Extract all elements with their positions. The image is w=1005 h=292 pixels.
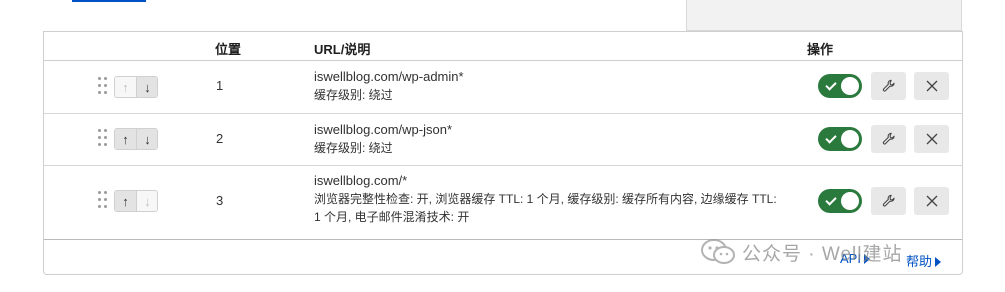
reorder-buttons: ↑ ↓ (114, 128, 158, 150)
header-actions: 操作 (807, 42, 834, 57)
help-link[interactable]: 帮助 (906, 251, 942, 270)
delete-rule-button[interactable] (914, 125, 949, 153)
check-icon (825, 132, 837, 144)
arrow-down-icon[interactable]: ↓ (136, 129, 157, 149)
rule-enabled-toggle[interactable] (818, 189, 862, 213)
rule-description: 浏览器完整性检查: 开, 浏览器缓存 TTL: 1 个月, 缓存级别: 缓存所有… (314, 192, 777, 224)
edit-rule-button[interactable] (871, 125, 906, 153)
top-panel-fragment (686, 0, 962, 31)
rule-position: 2 (216, 131, 224, 146)
arrow-up-icon[interactable]: ↑ (115, 129, 136, 149)
header-url: URL/说明 (314, 42, 371, 57)
rule-enabled-toggle[interactable] (818, 74, 862, 98)
rule-position: 3 (216, 193, 224, 208)
close-icon (926, 133, 937, 145)
rule-url: iswellblog.com/wp-json* (314, 122, 452, 137)
wrench-icon (882, 132, 895, 145)
watermark-text: 公众号 · Well建站 (742, 243, 903, 265)
rule-description: 缓存级别: 绕过 (314, 141, 393, 155)
header-position: 位置 (215, 42, 242, 57)
rule-position: 1 (216, 78, 224, 93)
arrow-down-icon[interactable]: ↓ (136, 191, 157, 211)
rule-url-description: iswellblog.com/wp-json* 缓存级别: 绕过 (314, 121, 784, 157)
close-icon (926, 80, 937, 92)
help-link-label: 帮助 (906, 254, 933, 269)
top-link-underline[interactable] (72, 0, 146, 2)
close-icon (926, 195, 937, 207)
table-row: ↑ ↓ 3 iswellblog.com/* 浏览器完整性检查: 开, 浏览器缓… (44, 165, 962, 240)
caret-right-icon (935, 257, 942, 267)
rule-url-description: iswellblog.com/wp-admin* 缓存级别: 绕过 (314, 68, 784, 104)
wechat-icon (701, 239, 735, 264)
table-header: 位置 URL/说明 操作 (44, 32, 962, 61)
wrench-icon (882, 79, 895, 92)
arrow-up-icon[interactable]: ↑ (115, 191, 136, 211)
edit-rule-button[interactable] (871, 187, 906, 215)
delete-rule-button[interactable] (914, 72, 949, 100)
watermark: 公众号 · Well建站 (700, 237, 902, 267)
drag-handle-icon[interactable] (98, 191, 108, 209)
delete-rule-button[interactable] (914, 187, 949, 215)
arrow-down-icon[interactable]: ↓ (136, 77, 157, 97)
check-icon (825, 79, 837, 91)
table-row: ↑ ↓ 1 iswellblog.com/wp-admin* 缓存级别: 绕过 (44, 60, 962, 114)
edit-rule-button[interactable] (871, 72, 906, 100)
rule-enabled-toggle[interactable] (818, 127, 862, 151)
drag-handle-icon[interactable] (98, 129, 108, 147)
drag-handle-icon[interactable] (98, 77, 108, 95)
rule-url: iswellblog.com/* (314, 173, 408, 188)
rule-url-description: iswellblog.com/* 浏览器完整性检查: 开, 浏览器缓存 TTL:… (314, 172, 784, 226)
reorder-buttons: ↑ ↓ (114, 76, 158, 98)
table-row: ↑ ↓ 2 iswellblog.com/wp-json* 缓存级别: 绕过 (44, 113, 962, 166)
rule-description: 缓存级别: 绕过 (314, 88, 393, 102)
check-icon (825, 194, 837, 206)
arrow-up-icon[interactable]: ↑ (115, 77, 136, 97)
reorder-buttons: ↑ ↓ (114, 190, 158, 212)
wrench-icon (882, 194, 895, 207)
rule-url: iswellblog.com/wp-admin* (314, 69, 464, 84)
